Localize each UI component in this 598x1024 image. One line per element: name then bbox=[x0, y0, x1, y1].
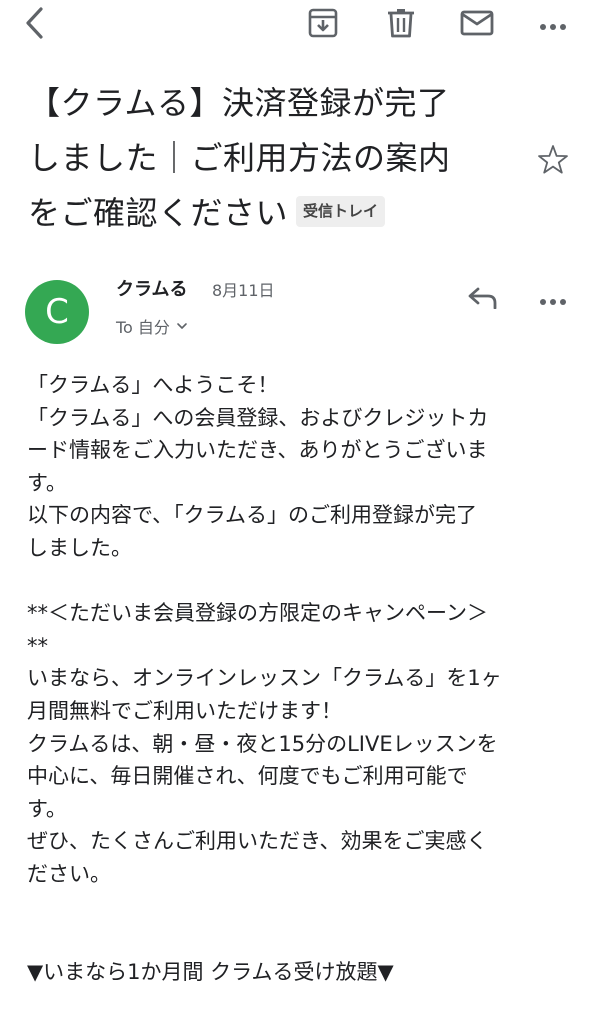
star-button[interactable] bbox=[533, 142, 573, 182]
subject-line: 【クラムる】決済登録が完了 bbox=[28, 84, 450, 122]
body-line: クラムるは、朝・昼・夜と15分のLIVEレッスンを bbox=[27, 731, 498, 756]
archive-button[interactable] bbox=[302, 4, 344, 46]
mark-unread-button[interactable] bbox=[456, 4, 498, 46]
body-line bbox=[27, 923, 565, 956]
body-line bbox=[27, 891, 565, 924]
archive-icon bbox=[308, 8, 338, 42]
recipient-text: To 自分 bbox=[116, 318, 170, 337]
email-body: 「クラムる」へようこそ！ 「クラムる」への会員登録、およびクレジットカ ード情報… bbox=[27, 369, 565, 988]
body-line: ード情報をご入力いただき、ありがとうございま bbox=[27, 438, 488, 463]
sender-avatar[interactable]: C bbox=[25, 280, 89, 344]
more-options-button[interactable] bbox=[532, 4, 574, 46]
reply-button[interactable] bbox=[462, 280, 504, 320]
sender-name: クラムる bbox=[116, 279, 188, 300]
body-line: しました。 bbox=[27, 535, 132, 560]
top-toolbar bbox=[0, 0, 598, 50]
body-line: 月間無料でご利用いただけます！ bbox=[27, 698, 342, 723]
body-line: 「クラムる」への会員登録、およびクレジットカ bbox=[27, 405, 489, 430]
email-date: 8月11日 bbox=[212, 281, 275, 300]
body-line: ▼いまなら1か月間 クラムる受け放題▼ bbox=[27, 959, 394, 984]
body-line: いまなら、オンラインレッスン「クラムる」を1ヶ bbox=[27, 666, 502, 691]
chevron-down-icon bbox=[176, 322, 188, 330]
email-subject: 【クラムる】決済登録が完了 しました｜ご利用方法の案内 をご確認ください 受信トレイ bbox=[28, 76, 528, 241]
delete-button[interactable] bbox=[380, 4, 422, 46]
body-line bbox=[27, 565, 565, 598]
body-line: す。 bbox=[27, 796, 67, 821]
recipient-details-toggle[interactable]: To 自分 bbox=[116, 315, 188, 337]
mail-icon bbox=[460, 10, 494, 40]
body-line: 「クラムる」へようこそ！ bbox=[27, 373, 279, 397]
subject-area: 【クラムる】決済登録が完了 しました｜ご利用方法の案内 をご確認ください 受信トレイ bbox=[28, 76, 528, 241]
star-outline-icon bbox=[537, 144, 569, 180]
body-line: 中心に、毎日開催され、何度でもご利用可能で bbox=[27, 764, 468, 789]
subject-line: をご確認ください bbox=[28, 194, 289, 232]
body-line: ださい。 bbox=[27, 861, 111, 886]
message-more-button[interactable] bbox=[532, 280, 574, 320]
more-horizontal-icon bbox=[539, 16, 567, 35]
body-line: ぜひ、たくさんご利用いただき、効果をご実感く bbox=[27, 829, 488, 854]
chevron-left-icon bbox=[23, 6, 47, 44]
trash-icon bbox=[387, 8, 415, 42]
body-line: す。 bbox=[27, 470, 67, 495]
inbox-label-badge[interactable]: 受信トレイ bbox=[296, 195, 386, 227]
more-horizontal-icon bbox=[539, 291, 567, 310]
subject-line: しました｜ご利用方法の案内 bbox=[28, 139, 451, 177]
body-line: 以下の内容で、「クラムる」のご利用登録が完了 bbox=[27, 503, 478, 528]
body-line: **＜ただいま会員登録の方限定のキャンペーン＞ bbox=[27, 601, 488, 626]
back-button[interactable] bbox=[14, 4, 56, 46]
body-line: ** bbox=[27, 633, 48, 658]
reply-icon bbox=[468, 287, 498, 313]
